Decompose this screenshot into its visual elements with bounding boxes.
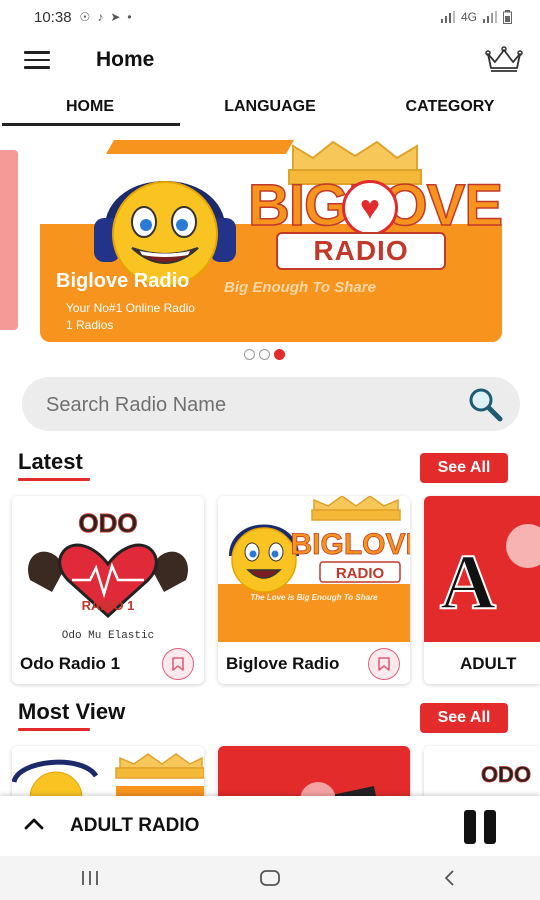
bookmark-button[interactable] xyxy=(368,648,400,680)
recents-icon xyxy=(82,871,98,885)
section-title-latest: Latest xyxy=(18,449,83,474)
banner-count: 1 Radios xyxy=(66,318,114,332)
bookmark-icon xyxy=(378,657,390,671)
bookmark-button[interactable] xyxy=(162,648,194,680)
radio-card-name: Odo Radio 1 xyxy=(20,654,121,673)
carousel-dot-2[interactable] xyxy=(259,349,270,360)
adult-radio-logo: A xyxy=(424,496,540,642)
status-right: 4G xyxy=(440,10,512,24)
status-time: 10:38 xyxy=(34,8,72,26)
radio-card[interactable]: BIGLOVE RADIO The Love is Big Enough To … xyxy=(218,496,410,684)
crown-icon[interactable] xyxy=(484,44,524,74)
radio-card-art: BIGLOVE RADIO The Love is Big Enough To … xyxy=(218,496,410,642)
pause-button[interactable] xyxy=(460,810,500,844)
section-title-most-view: Most View xyxy=(18,699,126,724)
status-left: 10:38 ☉ ♪ ➤ • xyxy=(34,9,132,26)
hamburger-icon[interactable] xyxy=(24,51,50,71)
radio-card-name: Biglove Radio xyxy=(226,654,340,673)
banner-logo-radio: RADIO xyxy=(276,232,446,270)
now-playing-title: ADULT RADIO xyxy=(70,815,200,836)
section-underline xyxy=(18,728,90,731)
telegram-icon: ➤ xyxy=(110,10,121,24)
tab-category[interactable]: CATEGORY xyxy=(360,90,540,124)
heart-icon: ♥ xyxy=(342,180,398,236)
status-bar: 10:38 ☉ ♪ ➤ • 4G xyxy=(0,0,540,34)
signal-icon xyxy=(440,11,455,23)
tab-bar: HOME LANGUAGE CATEGORY xyxy=(0,90,540,126)
dot-icon: • xyxy=(127,10,132,24)
chevron-up-icon[interactable] xyxy=(24,816,44,830)
whatsapp-icon: ☉ xyxy=(79,10,91,24)
previous-slide-peek[interactable] xyxy=(0,150,18,330)
radio-card[interactable]: ODO RADIO 1 Odo Mu Elastic Odo Radio 1 xyxy=(12,496,204,684)
mini-player[interactable]: ADULT RADIO xyxy=(0,796,540,856)
tab-language[interactable]: LANGUAGE xyxy=(180,90,360,124)
app-bar: Home xyxy=(0,34,540,88)
signal-icon-2 xyxy=(483,11,497,23)
section-underline xyxy=(18,478,90,481)
svg-text:A: A xyxy=(440,538,496,625)
carousel-dot-1[interactable] xyxy=(244,349,255,360)
network-type: 4G xyxy=(460,10,477,24)
banner-title: Biglove Radio xyxy=(56,270,190,292)
see-all-latest-button[interactable]: See All xyxy=(420,453,508,483)
system-nav-bar xyxy=(0,856,540,900)
featured-banner[interactable]: BIGLOVE ♥ RADIO Big Enough To Share Bigl… xyxy=(40,140,502,342)
radio-card-art: A xyxy=(424,496,540,642)
home-nav-icon xyxy=(260,870,280,886)
see-all-most-view-button[interactable]: See All xyxy=(420,703,508,733)
carousel-dot-3[interactable] xyxy=(274,349,285,360)
recents-button[interactable] xyxy=(60,863,120,893)
banner-subtitle: Your No#1 Online Radio xyxy=(66,301,195,315)
tab-home[interactable]: HOME xyxy=(0,90,180,126)
page-title: Home xyxy=(96,48,155,71)
svg-text:RADIO 1: RADIO 1 xyxy=(82,598,135,613)
biglove-radio-logo: BIGLOVE RADIO The Love is Big Enough To … xyxy=(218,496,410,642)
search-icon[interactable] xyxy=(466,386,504,422)
notification-icons: ☉ ♪ ➤ • xyxy=(80,10,132,24)
radio-card[interactable]: A ADULT xyxy=(424,496,540,684)
radio-card-art: ODO RADIO 1 Odo Mu Elastic xyxy=(12,496,204,642)
svg-text:ODO: ODO xyxy=(481,762,531,787)
search-input[interactable] xyxy=(46,392,426,418)
tiktok-icon: ♪ xyxy=(97,10,104,24)
battery-icon xyxy=(503,10,512,24)
svg-text:Odo Mu Elastic: Odo Mu Elastic xyxy=(62,630,154,642)
svg-text:RADIO: RADIO xyxy=(336,565,385,582)
carousel-indicator xyxy=(244,349,285,360)
back-button[interactable] xyxy=(420,863,480,893)
back-icon xyxy=(445,870,454,886)
svg-text:BIGLOVE: BIGLOVE xyxy=(290,528,410,561)
bookmark-icon xyxy=(172,657,184,671)
svg-text:The Love is Big Enough To Shar: The Love is Big Enough To Share xyxy=(250,593,378,602)
radio-card-name: ADULT xyxy=(460,654,517,673)
home-button[interactable] xyxy=(240,863,300,893)
odo-radio-logo: ODO RADIO 1 Odo Mu Elastic xyxy=(12,496,204,642)
svg-text:ODO: ODO xyxy=(78,508,137,538)
search-bar[interactable] xyxy=(22,377,520,431)
